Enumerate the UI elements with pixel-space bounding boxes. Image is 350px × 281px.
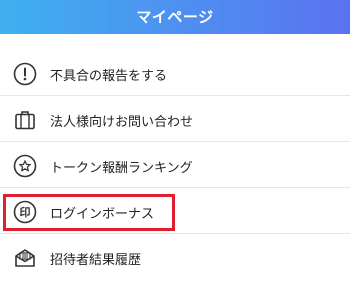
highlight-box (3, 194, 175, 231)
menu-item-label: 招待者結果履歴 (50, 252, 142, 268)
menu-item-token-ranking[interactable]: トークン報酬ランキング (0, 143, 350, 189)
star-circle-icon (12, 153, 38, 179)
exclamation-circle-icon (12, 61, 38, 87)
menu-item-invite-history[interactable]: 招待者結果履歴 (0, 235, 350, 281)
divider (0, 141, 350, 142)
menu-item-label: トークン報酬ランキング (50, 160, 193, 176)
divider (0, 187, 350, 188)
divider (0, 95, 350, 96)
menu-item-label: 不具合の報告をする (50, 68, 168, 84)
menu-item-report-bug[interactable]: 不具合の報告をする (0, 51, 350, 97)
mail-icon (12, 245, 38, 271)
menu-list: 不具合の報告をする 法人様向けお問い合わせ トークン報酬ランキング 印 ログイン… (0, 34, 350, 274)
menu-item-corporate-inquiry[interactable]: 法人様向けお問い合わせ (0, 97, 350, 143)
page-header: マイページ (0, 0, 350, 34)
divider (0, 233, 350, 234)
menu-item-label: 法人様向けお問い合わせ (50, 114, 194, 130)
page-title: マイページ (136, 7, 214, 26)
briefcase-icon (12, 107, 38, 133)
